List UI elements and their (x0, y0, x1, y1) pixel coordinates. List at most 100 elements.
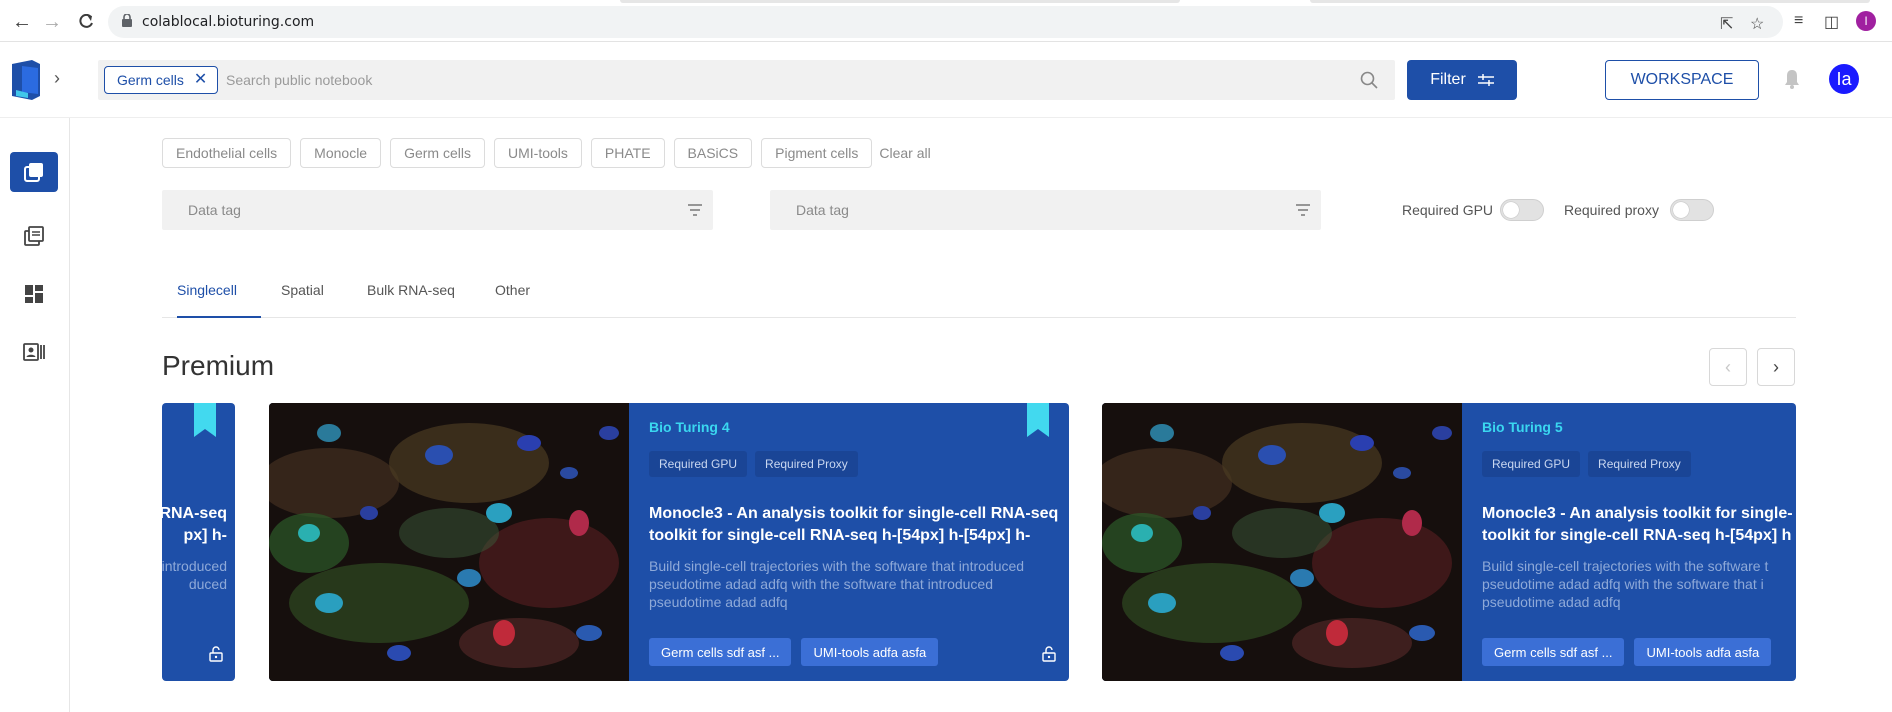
close-icon[interactable]: ✕ (194, 72, 207, 88)
sidebar (0, 118, 70, 712)
chip-label: Germ cells (117, 72, 184, 88)
card-title-line: px] h- (183, 527, 227, 544)
card-description: Build single-cell trajectories with the … (649, 558, 1025, 610)
cell-microscopy-image (269, 403, 629, 681)
section-title: Premium (162, 350, 275, 381)
chevron-right-icon: › (1773, 356, 1779, 377)
tag-chip[interactable]: UMI-tools (494, 138, 582, 168)
notebook-icon (24, 163, 43, 182)
tab-spatial[interactable]: Spatial (281, 282, 324, 318)
card-badges: Required GPU Required Proxy (1482, 451, 1691, 477)
side-panel-icon[interactable]: ◫ (1824, 12, 1839, 32)
card-title-line: Monocle3 - An analysis toolkit for singl… (1482, 505, 1793, 522)
carousel-next-button[interactable]: › (1757, 348, 1795, 386)
tag-chip[interactable]: Pigment cells (761, 138, 873, 168)
card-desc-line: introduced (162, 558, 227, 574)
card-tag[interactable]: UMI-tools adfa asfa (801, 638, 939, 666)
reload-icon[interactable] (74, 10, 98, 34)
tag-chip[interactable]: Endothelial cells (162, 138, 292, 168)
card-badges: Required GPU Required Proxy (649, 451, 858, 477)
dashboard-icon (25, 285, 43, 303)
browser-chrome: ← → colablocal.bioturing.com ⇱ ☆ ≡ ◫ I (0, 0, 1892, 42)
category-tabs: Singlecell Spatial Bulk RNA-seq Other (162, 272, 1796, 318)
bookmark-icon (194, 403, 216, 437)
data-tag-select[interactable]: Data tag (162, 190, 713, 230)
card-title-line: toolkit for single-cell RNA-seq h-[54px]… (649, 527, 1031, 544)
filter-button[interactable]: Filter (1407, 60, 1517, 100)
card-tag[interactable]: Germ cells sdf asf ... (1482, 638, 1625, 666)
required-proxy-toggle[interactable] (1670, 199, 1714, 221)
tag-chip[interactable]: Germ cells (390, 138, 485, 168)
contact-card-icon (23, 343, 45, 361)
tab-bulk-rna-seq[interactable]: Bulk RNA-seq (367, 282, 455, 318)
card-tags: Germ cells sdf asf ... UMI-tools adfa as… (649, 638, 939, 666)
toggle-knob (1673, 202, 1689, 218)
tab-other[interactable]: Other (495, 282, 530, 318)
card-body: Bio Turing 4 Required GPU Required Proxy… (629, 403, 1069, 681)
profile-avatar[interactable]: I (1856, 11, 1876, 31)
card-desc-line: duced (188, 576, 227, 592)
bell-icon[interactable] (1783, 68, 1801, 90)
notebook-card[interactable]: Bio Turing 4 Required GPU Required Proxy… (269, 403, 1069, 681)
card-title-line: Monocle3 - An analysis toolkit for singl… (649, 505, 1059, 522)
unlock-icon[interactable] (208, 646, 224, 662)
required-gpu-toggle[interactable] (1500, 199, 1544, 221)
card-description: introduced duced (162, 557, 227, 593)
reading-list-icon[interactable]: ≡ (1794, 12, 1803, 30)
back-icon[interactable]: ← (10, 10, 34, 34)
required-gpu-label: Required GPU (1402, 202, 1494, 218)
card-title: Monocle3 - An analysis toolkit for singl… (649, 503, 1069, 547)
requirement-badge: Required GPU (1482, 451, 1581, 477)
search-bar: Germ cells ✕ (98, 60, 1395, 100)
card-thumbnail (269, 403, 629, 681)
forward-icon[interactable]: → (40, 10, 64, 34)
sidebar-item-library[interactable] (10, 216, 58, 256)
clear-all-link[interactable]: Clear all (879, 145, 930, 161)
filter-lines-icon (1296, 204, 1310, 216)
tab-strip-edge (1310, 0, 1870, 3)
workspace-button[interactable]: WORKSPACE (1605, 60, 1759, 100)
bioturing-logo[interactable] (12, 60, 42, 100)
carousel-prev-button[interactable]: ‹ (1709, 348, 1747, 386)
card-title-line: toolkit for single-cell RNA-seq h-[54px]… (1482, 527, 1792, 544)
required-proxy-label: Required proxy (1564, 202, 1659, 218)
search-icon[interactable] (1359, 70, 1379, 90)
card-title: Monocle3 - An analysis toolkit for singl… (1482, 503, 1796, 547)
filter-lines-icon (688, 204, 702, 216)
notebook-card[interactable]: Bio Turing 5 Required GPU Required Proxy… (1102, 403, 1796, 681)
sidebar-item-notebooks[interactable] (10, 152, 58, 192)
card-body: Bio Turing 5 Required GPU Required Proxy… (1462, 403, 1796, 681)
lock-icon (122, 14, 132, 27)
chevron-left-icon: ‹ (1725, 356, 1731, 377)
sidebar-item-dashboard[interactable] (10, 274, 58, 314)
select-placeholder: Data tag (796, 202, 849, 218)
unlock-icon[interactable] (1041, 646, 1057, 662)
address-bar[interactable]: colablocal.bioturing.com ⇱ ☆ (108, 6, 1783, 38)
star-icon[interactable]: ☆ (1750, 14, 1764, 34)
toggle-knob (1503, 202, 1519, 218)
user-avatar[interactable]: Ia (1829, 64, 1859, 94)
notebook-card[interactable]: RNA-seq px] h- introduced duced (162, 403, 235, 681)
card-name: Bio Turing 5 (1482, 419, 1563, 435)
bookmark-icon[interactable] (1027, 403, 1049, 437)
active-filter-chip[interactable]: Germ cells ✕ (104, 66, 219, 94)
requirement-badge: Required Proxy (1588, 451, 1691, 477)
tab-singlecell[interactable]: Singlecell (177, 282, 261, 318)
card-tag[interactable]: UMI-tools adfa asfa (1634, 638, 1772, 666)
cell-microscopy-image (1102, 403, 1462, 681)
tag-chip[interactable]: BASiCS (673, 138, 753, 168)
card-tags: Germ cells sdf asf ... UMI-tools adfa as… (1482, 638, 1772, 666)
tag-chip[interactable]: Monocle (300, 138, 382, 168)
search-input[interactable] (226, 66, 1326, 94)
card-title-line: RNA-seq (162, 505, 227, 522)
card-name: Bio Turing 4 (649, 419, 730, 435)
requirement-badge: Required GPU (649, 451, 748, 477)
sidebar-item-contacts[interactable] (10, 332, 58, 372)
data-tag-select[interactable]: Data tag (770, 190, 1321, 230)
card-tag[interactable]: Germ cells sdf asf ... (649, 638, 792, 666)
tab-strip-edge (620, 0, 1180, 3)
tag-chip[interactable]: PHATE (590, 138, 665, 168)
filter-button-label: Filter (1430, 71, 1466, 88)
chevron-right-icon[interactable]: › (54, 68, 60, 89)
share-icon[interactable]: ⇱ (1720, 14, 1733, 34)
